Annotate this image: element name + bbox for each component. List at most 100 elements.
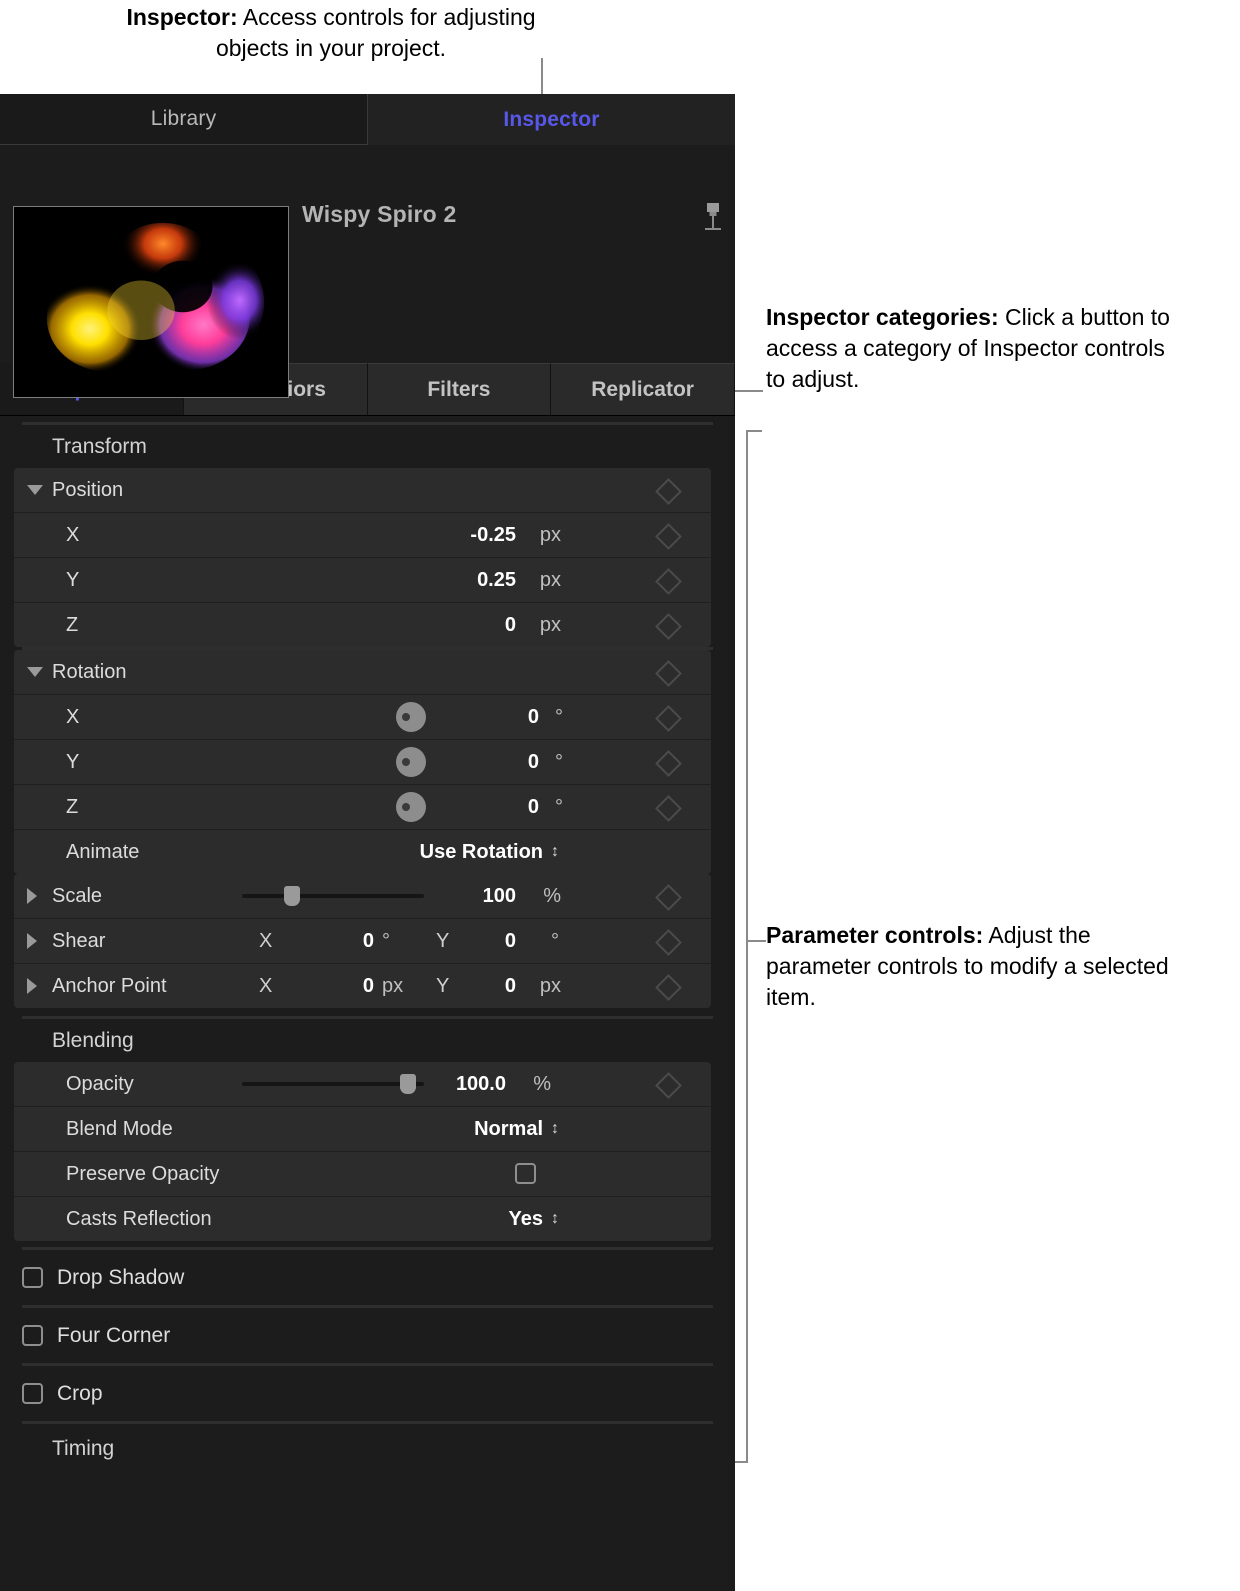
row-rotation-z-unit: ° — [555, 795, 563, 818]
row-casts-reflection[interactable]: Casts Reflection Yes ↕ — [14, 1197, 711, 1241]
scale-slider-thumb[interactable] — [284, 886, 300, 906]
row-position-z[interactable]: Z 0 px — [14, 603, 711, 647]
row-scale-value[interactable]: 100 — [396, 885, 516, 908]
tab-filters[interactable]: Filters — [367, 363, 552, 415]
row-rotation-z[interactable]: Z 0 ° — [14, 785, 711, 830]
blend-mode-popup-menu[interactable]: Normal ↕ — [474, 1118, 559, 1141]
row-rotation-x[interactable]: X 0 ° — [14, 695, 711, 740]
crop-checkbox[interactable] — [22, 1383, 43, 1404]
leader-line-inspector — [541, 58, 543, 94]
scale-shear-anchor-block: Scale 100 % Shear X 0 ° Y 0 ° Anchor Poi… — [14, 874, 711, 1008]
tab-inspector-label: Inspector — [503, 107, 600, 131]
keyframe-diamond-icon[interactable] — [655, 884, 682, 911]
row-animate[interactable]: Animate Use Rotation ↕ — [14, 830, 711, 874]
row-shear-label: Shear — [52, 929, 106, 952]
keyframe-diamond-icon[interactable] — [655, 523, 682, 550]
tab-library[interactable]: Library — [0, 94, 368, 145]
disclosure-triangle-anchor-point-icon[interactable] — [27, 978, 37, 994]
row-anchor-x-value[interactable]: 0 — [314, 975, 374, 998]
group-header-timing: Timing — [0, 1424, 735, 1474]
keyframe-diamond-icon[interactable] — [655, 568, 682, 595]
row-shear-x-value[interactable]: 0 — [314, 930, 374, 953]
callout-parameter-controls: Parameter controls: Adjust the parameter… — [766, 920, 1186, 1013]
callout-inspector-text: Access controls for adjusting objects in… — [215, 4, 536, 61]
leader-line-parameters — [748, 940, 766, 942]
row-scale-label: Scale — [52, 884, 103, 907]
updown-arrows-icon: ↕ — [551, 1210, 559, 1227]
row-anchor-y-unit: px — [539, 974, 561, 997]
disclosure-triangle-shear-icon[interactable] — [27, 933, 37, 949]
blend-mode-value: Normal — [474, 1117, 543, 1140]
object-title: Wispy Spiro 2 — [302, 201, 457, 227]
row-position-z-value[interactable]: 0 — [356, 614, 516, 637]
row-position-x-value[interactable]: -0.25 — [356, 524, 516, 547]
row-crop[interactable]: Crop — [0, 1366, 735, 1421]
casts-reflection-popup-menu[interactable]: Yes ↕ — [509, 1208, 559, 1231]
transform-rows-block: Position X -0.25 px Y 0.25 px Z 0 px — [14, 468, 711, 647]
row-shear-x-unit: ° — [382, 929, 390, 952]
row-anchor-point[interactable]: Anchor Point X 0 px Y 0 px — [14, 964, 711, 1008]
keyframe-diamond-icon[interactable] — [655, 613, 682, 640]
row-rotation[interactable]: Rotation — [14, 650, 711, 695]
animate-popup-menu[interactable]: Use Rotation ↕ — [420, 841, 559, 864]
keyframe-diamond-icon[interactable] — [655, 705, 682, 732]
keyframe-diamond-icon[interactable] — [655, 660, 682, 687]
row-four-corner[interactable]: Four Corner — [0, 1308, 735, 1363]
callout-inspector-categories: Inspector categories: Click a button to … — [766, 302, 1186, 395]
four-corner-checkbox[interactable] — [22, 1325, 43, 1346]
updown-arrows-icon: ↕ — [551, 1120, 559, 1137]
row-scale-unit: % — [543, 884, 561, 907]
row-opacity[interactable]: Opacity 100.0 % — [14, 1062, 711, 1107]
row-shear-x-tag: X — [259, 929, 273, 952]
row-position-z-unit: px — [539, 613, 561, 636]
keyframe-diamond-icon[interactable] — [655, 1072, 682, 1099]
row-rotation-y-unit: ° — [555, 750, 563, 773]
drop-shadow-checkbox[interactable] — [22, 1267, 43, 1288]
casts-reflection-value: Yes — [508, 1207, 543, 1230]
disclosure-triangle-scale-icon[interactable] — [27, 888, 37, 904]
row-rotation-y-value[interactable]: 0 — [419, 751, 539, 774]
preserve-opacity-checkbox[interactable] — [515, 1163, 536, 1184]
row-position-y-value[interactable]: 0.25 — [356, 569, 516, 592]
rotation-rows-block: Rotation X 0 ° Y 0 ° Z 0 ° Animate Use R… — [14, 650, 711, 874]
tab-replicator[interactable]: Replicator — [551, 363, 735, 415]
disclosure-triangle-rotation-icon[interactable] — [27, 667, 43, 677]
tab-replicator-label: Replicator — [591, 377, 694, 401]
row-rotation-x-unit: ° — [555, 705, 563, 728]
keyframe-diamond-icon[interactable] — [655, 750, 682, 777]
keyframe-diamond-icon[interactable] — [655, 795, 682, 822]
pushpin-icon[interactable] — [700, 201, 726, 235]
row-position-y[interactable]: Y 0.25 px — [14, 558, 711, 603]
callout-inspector-bold: Inspector: — [126, 4, 238, 30]
row-drop-shadow[interactable]: Drop Shadow — [0, 1250, 735, 1305]
row-rotation-z-label: Z — [66, 795, 79, 818]
row-rotation-z-value[interactable]: 0 — [419, 796, 539, 819]
row-shear-y-value[interactable]: 0 — [436, 930, 516, 953]
row-preserve-opacity[interactable]: Preserve Opacity — [14, 1152, 711, 1197]
callout-categories-bold: Inspector categories: — [766, 304, 999, 330]
keyframe-diamond-icon[interactable] — [655, 929, 682, 956]
row-rotation-y[interactable]: Y 0 ° — [14, 740, 711, 785]
bracket-vertical — [746, 430, 748, 1463]
animate-popup-value: Use Rotation — [419, 840, 543, 863]
group-header-blending: Blending — [0, 1019, 735, 1062]
row-rotation-x-value[interactable]: 0 — [419, 706, 539, 729]
disclosure-triangle-position-icon[interactable] — [27, 485, 43, 495]
row-position-label: Position — [52, 478, 124, 501]
four-corner-label: Four Corner — [57, 1323, 171, 1347]
row-shear[interactable]: Shear X 0 ° Y 0 ° — [14, 919, 711, 964]
row-scale[interactable]: Scale 100 % — [14, 874, 711, 919]
row-position[interactable]: Position — [14, 468, 711, 513]
row-rotation-label: Rotation — [52, 660, 127, 683]
tab-inspector[interactable]: Inspector — [368, 94, 735, 145]
row-position-y-unit: px — [539, 568, 561, 591]
row-blend-mode[interactable]: Blend Mode Normal ↕ — [14, 1107, 711, 1152]
row-position-x[interactable]: X -0.25 px — [14, 513, 711, 558]
keyframe-diamond-icon[interactable] — [655, 974, 682, 1001]
updown-arrows-icon: ↕ — [551, 843, 559, 860]
row-anchor-y-value[interactable]: 0 — [436, 975, 516, 998]
keyframe-diamond-icon[interactable] — [655, 478, 682, 505]
row-anchor-point-label: Anchor Point — [52, 974, 167, 997]
row-opacity-label: Opacity — [66, 1072, 134, 1095]
row-opacity-value[interactable]: 100.0 — [376, 1073, 506, 1096]
